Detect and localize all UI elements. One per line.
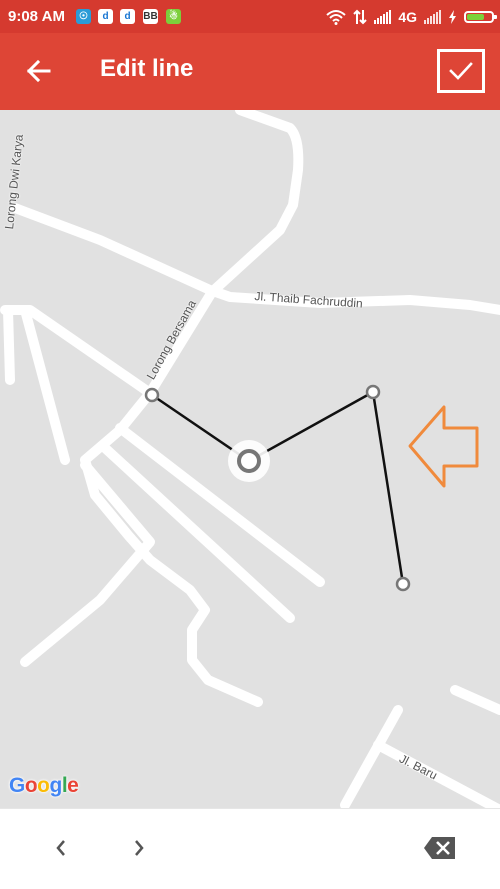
road	[20, 460, 155, 667]
chevron-left-icon	[56, 840, 65, 856]
wifi-icon	[326, 10, 346, 25]
road	[373, 740, 500, 808]
signal-strength-icon	[374, 10, 392, 24]
data-transfer-icon	[353, 9, 368, 25]
bottom-bar	[0, 808, 500, 889]
notification-icon: ☃	[166, 9, 181, 24]
notification-icon: d	[120, 9, 135, 24]
arrow-left-icon	[26, 59, 51, 83]
battery-icon	[464, 11, 497, 23]
notification-icon: d	[98, 9, 113, 24]
road	[80, 110, 304, 707]
backspace-icon	[424, 837, 455, 859]
check-icon	[449, 62, 473, 80]
status-time: 9:08 AM	[8, 8, 65, 25]
back-button[interactable]	[18, 50, 60, 92]
road	[3, 305, 15, 385]
google-logo: Google	[9, 774, 79, 797]
notification-icon: BB	[143, 9, 158, 24]
status-indicators: 4G	[326, 7, 497, 27]
chevron-right-icon	[135, 840, 144, 856]
toolbar: Edit line	[0, 33, 500, 110]
notification-icon: ☉	[76, 9, 91, 24]
road	[450, 685, 500, 715]
confirm-button[interactable]	[437, 49, 485, 93]
next-button[interactable]	[117, 826, 161, 870]
status-bar: 9:08 AM ☉ d d BB ☃ 4G	[0, 0, 500, 33]
page-title: Edit line	[100, 55, 194, 82]
charging-icon	[449, 10, 456, 24]
line-vertex[interactable]	[365, 384, 381, 400]
line-vertex[interactable]	[144, 387, 160, 403]
signal-strength-icon-2	[424, 10, 441, 24]
selected-vertex[interactable]	[237, 449, 261, 473]
map-view[interactable]: Lorong Dwi Karya Lorong Bersama Jl. Thai…	[0, 110, 500, 808]
road	[340, 705, 403, 808]
delete-vertex-button[interactable]	[418, 826, 462, 870]
annotation-arrow	[408, 405, 479, 488]
map-canvas	[0, 110, 500, 808]
line-vertex[interactable]	[395, 576, 411, 592]
previous-button[interactable]	[39, 826, 83, 870]
network-type: 4G	[398, 9, 417, 25]
